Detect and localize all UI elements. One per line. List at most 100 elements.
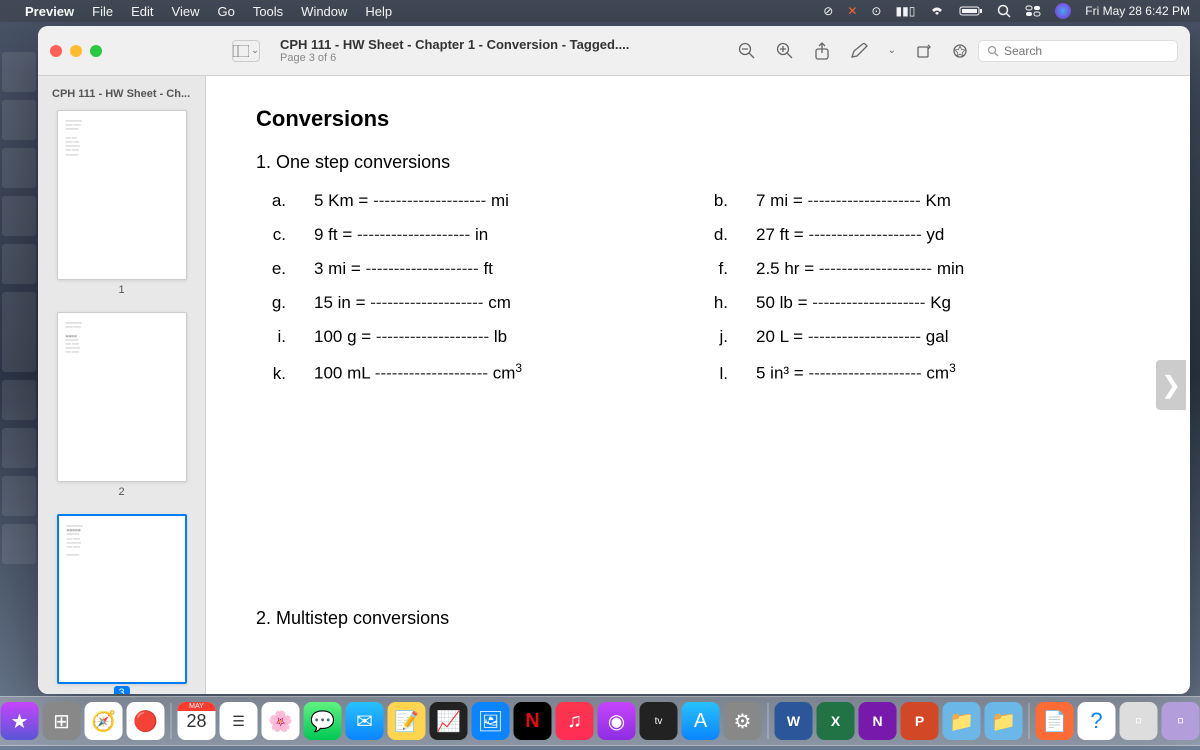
heading-one-step: 1. One step conversions — [256, 152, 1140, 173]
equation: 15 in = -------------------- cm — [314, 293, 511, 313]
search-input[interactable] — [1004, 44, 1169, 58]
status-close-icon[interactable]: ✕ — [847, 4, 857, 18]
zoom-out-icon[interactable] — [738, 42, 756, 60]
powerpoint-icon[interactable]: P — [901, 702, 939, 740]
preview-icon[interactable]: 🖼 — [472, 702, 510, 740]
calendar-icon[interactable]: MAY28 — [178, 702, 216, 740]
app-name[interactable]: Preview — [25, 4, 74, 19]
conversion-row: c.9 ft = -------------------- ind.27 ft … — [256, 225, 1140, 245]
minimize-button[interactable] — [70, 45, 82, 57]
stocks-icon[interactable]: 📈 — [430, 702, 468, 740]
chrome-icon[interactable]: 🔴 — [127, 702, 165, 740]
toolbar: ⌄ — [738, 42, 968, 60]
mail-icon[interactable]: ✉ — [346, 702, 384, 740]
misc-icon-1[interactable]: ▫ — [1120, 702, 1158, 740]
folder-icon-2[interactable]: 📁 — [985, 702, 1023, 740]
title-area: CPH 111 - HW Sheet - Chapter 1 - Convers… — [280, 37, 728, 64]
onenote-icon[interactable]: N — [859, 702, 897, 740]
dock: 🙂 🔮 ★ ⊞ 🧭 🔴 MAY28 ☰ 🌸 💬 ✉ 📝 📈 🖼 N ♫ ◉ tv… — [0, 696, 1200, 746]
sidebar-thumbnails[interactable]: CPH 111 - HW Sheet - Ch... ━━━━━━━━━━━━━… — [38, 76, 206, 694]
item-label: g. — [256, 293, 286, 313]
sidebar-title: CPH 111 - HW Sheet - Ch... — [46, 84, 197, 104]
thumbnail-page-1[interactable]: ━━━━━━━━━━━━━ ━━━━━━━━━━━━━━ ━━━━━━━ ━━━… — [57, 110, 187, 280]
wifi-icon[interactable] — [929, 5, 945, 17]
rotate-icon[interactable] — [916, 43, 932, 59]
item-label: c. — [256, 225, 286, 245]
status-stop-icon[interactable]: ⊘ — [823, 4, 833, 18]
traffic-lights — [50, 45, 102, 57]
equation: 5 in³ = -------------------- cm3 — [756, 361, 956, 384]
menu-view[interactable]: View — [172, 4, 200, 19]
control-center-icon[interactable] — [1025, 5, 1041, 17]
item-label: f. — [698, 259, 728, 279]
menu-go[interactable]: Go — [217, 4, 234, 19]
item-label: e. — [256, 259, 286, 279]
conversion-row: k.100 mL -------------------- cm3l.5 in³… — [256, 361, 1140, 384]
heading-conversions: Conversions — [256, 106, 1140, 132]
battery-icon[interactable]: ▮▮▯ — [895, 4, 915, 18]
highlight-icon[interactable] — [952, 43, 968, 59]
fullscreen-button[interactable] — [90, 45, 102, 57]
chevron-down-icon[interactable]: ⌄ — [888, 45, 896, 56]
thumb-num-3: 3 — [113, 686, 129, 694]
search-icon[interactable] — [997, 4, 1011, 18]
help-icon[interactable]: ? — [1078, 702, 1116, 740]
equation: 5 Km = -------------------- mi — [314, 191, 509, 211]
photos-icon[interactable]: 🌸 — [262, 702, 300, 740]
launchpad-icon[interactable]: ⊞ — [43, 702, 81, 740]
dock-separator — [171, 703, 172, 739]
doc-icon[interactable]: 📄 — [1036, 702, 1074, 740]
equation: 3 mi = -------------------- ft — [314, 259, 493, 279]
equation: 2.5 hr = -------------------- min — [756, 259, 964, 279]
reminders-icon[interactable]: ☰ — [220, 702, 258, 740]
conversion-row: a. 5 Km = -------------------- mi b. 7 mi =… — [256, 191, 1140, 211]
equation: 7 mi = -------------------- Km — [756, 191, 951, 211]
thumbnail-page-2[interactable]: ━━━━━━━━━━━━━ ━━━━▦▦▦▦━━━━━━━━━━ ━━━━━━━… — [57, 312, 187, 482]
dock-separator-2 — [768, 703, 769, 739]
equation: 27 ft = -------------------- yd — [756, 225, 944, 245]
page-view[interactable]: Conversions 1. One step conversions a. 5 … — [206, 76, 1190, 694]
markup-icon[interactable] — [850, 43, 868, 59]
siri-icon[interactable] — [1055, 3, 1071, 19]
safari-icon[interactable]: 🧭 — [85, 702, 123, 740]
search-box[interactable] — [978, 40, 1178, 62]
conversion-row: i.100 g = -------------------- lbj.20 L … — [256, 327, 1140, 347]
netflix-icon[interactable]: N — [514, 702, 552, 740]
thumb-num-1: 1 — [113, 283, 129, 297]
menubar: Preview File Edit View Go Tools Window H… — [0, 0, 1200, 22]
item-label: b. — [698, 191, 728, 211]
tv-icon[interactable]: tv — [640, 702, 678, 740]
battery-bar-icon[interactable] — [959, 5, 983, 17]
thumbnail-page-3[interactable]: ━━━━━━━━━▦▦▦▦▦━━━━━━━━━━ ━━━━━━━━━━━━━━━… — [57, 514, 187, 684]
settings-icon[interactable]: ⚙ — [724, 702, 762, 740]
word-icon[interactable]: W — [775, 702, 813, 740]
titlebar: ⌄ CPH 111 - HW Sheet - Chapter 1 - Conve… — [38, 26, 1190, 76]
notes-icon[interactable]: 📝 — [388, 702, 426, 740]
itunes-store-icon[interactable]: ★ — [1, 702, 39, 740]
appstore-icon[interactable]: A — [682, 702, 720, 740]
menu-help[interactable]: Help — [365, 4, 392, 19]
item-label: h. — [698, 293, 728, 313]
item-label: a. — [256, 191, 286, 211]
messages-icon[interactable]: 💬 — [304, 702, 342, 740]
music-icon[interactable]: ♫ — [556, 702, 594, 740]
menu-tools[interactable]: Tools — [253, 4, 283, 19]
sidebar-toggle[interactable]: ⌄ — [232, 40, 260, 62]
misc-icon-2[interactable]: ▫ — [1162, 702, 1200, 740]
share-icon[interactable] — [814, 42, 830, 60]
menu-window[interactable]: Window — [301, 4, 347, 19]
next-page-arrow[interactable]: ❯ — [1156, 360, 1186, 410]
equation: 50 lb = -------------------- Kg — [756, 293, 951, 313]
clock[interactable]: Fri May 28 6:42 PM — [1085, 4, 1190, 18]
menu-edit[interactable]: Edit — [131, 4, 153, 19]
menu-file[interactable]: File — [92, 4, 113, 19]
podcasts-icon[interactable]: ◉ — [598, 702, 636, 740]
folder-icon-1[interactable]: 📁 — [943, 702, 981, 740]
item-label: d. — [698, 225, 728, 245]
heading-multistep: 2. Multistep conversions — [256, 608, 1140, 629]
status-record-icon[interactable]: ⊙ — [871, 4, 881, 18]
close-button[interactable] — [50, 45, 62, 57]
zoom-in-icon[interactable] — [776, 42, 794, 60]
item-label: k. — [256, 364, 286, 384]
excel-icon[interactable]: X — [817, 702, 855, 740]
